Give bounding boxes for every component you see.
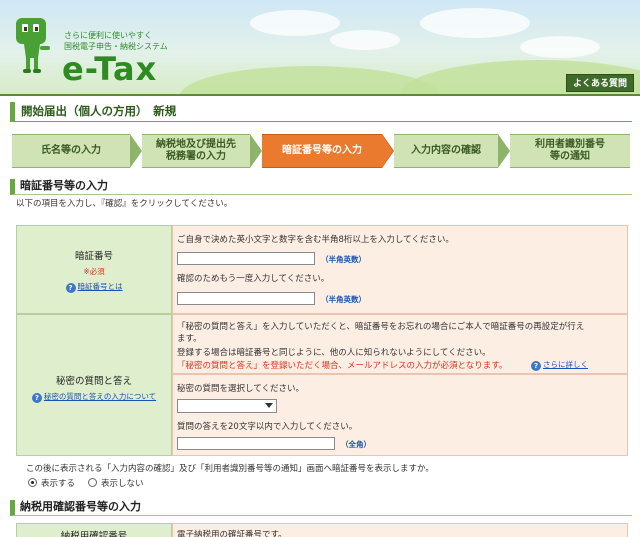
step-label: 納税地及び提出先 税務署の入力 <box>156 139 236 162</box>
header-divider <box>0 94 640 96</box>
secret-input-cell: 秘密の質問を選択してください。 質問の答えを20文字以内で入力してください。 （… <box>172 374 628 456</box>
step-separator-icon <box>498 134 510 168</box>
help-icon: ? <box>31 393 42 403</box>
step-address-entry: 納税地及び提出先 税務署の入力 <box>142 134 250 168</box>
step-label: 利用者識別番号 等の通知 <box>535 139 605 162</box>
pin-input[interactable] <box>177 252 315 265</box>
faq-button[interactable]: よくある質問 <box>566 74 634 92</box>
pin-help-link[interactable]: ? 暗証番号とは <box>17 281 171 293</box>
intro-text: 以下の項目を入力し、『確認』をクリックしてください。 <box>16 199 233 209</box>
tax-confirm-label-cell: 納税用確認番号 <box>16 523 172 537</box>
logo-tagline-1: さらに便利に使いやすく <box>64 31 152 40</box>
pin-help-label: 暗証番号とは <box>77 282 123 291</box>
secret-desc-3: 登録する場合は暗証番号と同じように、他の人に知られないようにしてください。 <box>177 348 491 358</box>
step-confirm: 入力内容の確認 <box>394 134 498 168</box>
step-separator-icon <box>382 135 393 167</box>
step-pin-entry: 暗証番号等の入力 <box>262 134 382 168</box>
step-separator-icon <box>130 134 142 168</box>
secret-desc-1: 「秘密の質問と答え」を入力していただくと、暗証番号をお忘れの場合にご本人で暗証番… <box>177 322 585 332</box>
more-info-link[interactable]: ? さらに詳しく <box>531 359 588 371</box>
etax-logo[interactable]: さらに便利に使いやすく 国税電子申告・納税システム e-Tax <box>12 14 172 88</box>
secret-desc-2: ます。 <box>177 334 202 344</box>
secret-desc-cell: 「秘密の質問と答え」を入力していただくと、暗証番号をお忘れの場合にご本人で暗証番… <box>172 314 628 374</box>
radio-show-label[interactable]: 表示する <box>41 477 75 489</box>
section-heading-tax-confirm: 納税用確認番号等の入力 <box>10 500 632 516</box>
site-header: さらに便利に使いやすく 国税電子申告・納税システム e-Tax よくある質問 <box>0 0 640 94</box>
radio-show[interactable] <box>28 478 37 487</box>
step-label: 暗証番号等の入力 <box>282 145 362 156</box>
pin-confirm-hint: （半角英数） <box>321 295 366 304</box>
logo-wordmark: e-Tax <box>62 50 158 88</box>
secret-label-cell: 秘密の質問と答え ? 秘密の質問と答えの入力について <box>16 314 172 456</box>
answer-hint: （全角） <box>341 440 371 449</box>
step-label: 氏名等の入力 <box>41 145 101 156</box>
tax-confirm-label: 納税用確認番号 <box>60 531 128 537</box>
pin-confirm-instruction: 確認のためもう一度入力してください。 <box>177 274 330 284</box>
section-heading-pin: 暗証番号等の入力 <box>10 179 632 195</box>
secret-help-link[interactable]: ? 秘密の質問と答えの入力について <box>17 391 171 403</box>
display-question: この後に表示される「入力内容の確認」及び「利用者識別番号等の通知」画面へ暗証番号… <box>26 464 434 474</box>
pin-confirm-input[interactable] <box>177 292 315 305</box>
required-badge: ※必須 <box>83 267 105 276</box>
tax-confirm-value-cell: 電子納税用の確証番号です。 <box>172 523 628 537</box>
tax-confirm-text: 電子納税用の確証番号です。 <box>177 530 287 537</box>
question-prompt: 秘密の質問を選択してください。 <box>177 384 304 394</box>
answer-prompt: 質問の答えを20文字以内で入力してください。 <box>177 422 358 432</box>
pin-label: 暗証番号 <box>74 251 113 262</box>
pin-instruction: ご自身で決めた英小文字と数字を含む半角8桁以上を入力してください。 <box>177 235 454 245</box>
step-separator-icon <box>250 134 262 168</box>
pin-label-cell: 暗証番号 ※必須 ? 暗証番号とは <box>16 225 172 314</box>
question-select-value <box>178 400 181 409</box>
more-info-label: さらに詳しく <box>543 360 588 369</box>
chevron-down-icon <box>265 403 273 408</box>
step-name-entry: 氏名等の入力 <box>12 134 130 168</box>
secret-desc-4: 「秘密の質問と答え」を登録いただく場合、メールアドレスの入力が必須となります。 <box>177 361 508 371</box>
page-title: 開始届出（個人の方用） 新規 <box>10 102 632 122</box>
step-label: 入力内容の確認 <box>411 145 481 156</box>
question-select[interactable] <box>177 399 277 413</box>
pin-value-cell: ご自身で決めた英小文字と数字を含む半角8桁以上を入力してください。 （半角英数）… <box>172 225 628 314</box>
help-icon: ? <box>65 283 76 293</box>
help-icon: ? <box>531 361 541 371</box>
step-notification: 利用者識別番号 等の通知 <box>510 134 630 168</box>
secret-help-label: 秘密の質問と答えの入力について <box>43 392 157 401</box>
pin-hint: （半角英数） <box>321 255 366 264</box>
radio-hide-label[interactable]: 表示しない <box>101 477 144 489</box>
answer-input[interactable] <box>177 437 335 450</box>
mascot-icon <box>16 18 50 73</box>
secret-label: 秘密の質問と答え <box>55 376 132 387</box>
step-indicator: 氏名等の入力 納税地及び提出先 税務署の入力 暗証番号等の入力 入力内容の確認 … <box>12 134 630 168</box>
radio-hide[interactable] <box>88 478 97 487</box>
